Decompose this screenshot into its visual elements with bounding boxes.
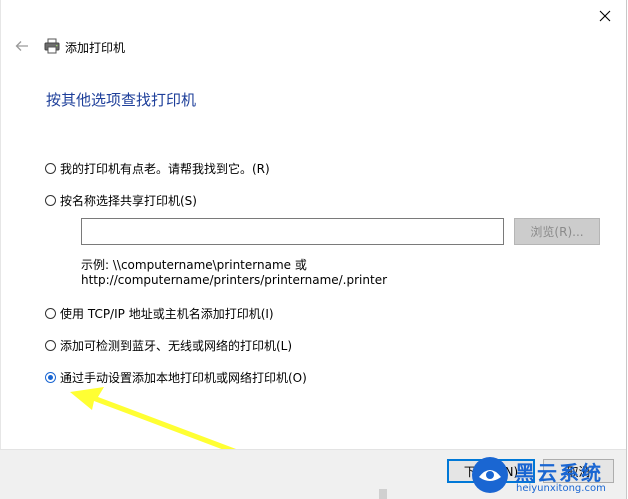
watermark-url: heiyunxitong.com bbox=[516, 483, 606, 494]
add-printer-dialog: 添加打印机 按其他选项查找打印机 我的打印机有点老。请帮我找到它。(R) 按名称… bbox=[0, 0, 628, 499]
scrollbar-fragment bbox=[379, 489, 387, 499]
option-printer-old[interactable]: 我的打印机有点老。请帮我找到它。(R) bbox=[45, 160, 270, 177]
option-label: 使用 TCP/IP 地址或主机名添加打印机(I) bbox=[60, 307, 274, 321]
example-text-line2: http://computername/printers/printername… bbox=[81, 273, 388, 287]
option-label: 通过手动设置添加本地打印机或网络打印机(O) bbox=[60, 371, 307, 385]
option-shared-by-name[interactable]: 按名称选择共享打印机(S) bbox=[45, 192, 197, 209]
option-manual-local[interactable]: 通过手动设置添加本地打印机或网络打印机(O) bbox=[45, 369, 307, 386]
shared-printer-name-input[interactable] bbox=[81, 218, 504, 245]
example-text-line1: 示例: \\computername\printername 或 bbox=[81, 258, 307, 272]
option-label: 添加可检测到蓝牙、无线或网络的打印机(L) bbox=[60, 339, 293, 353]
window-title: 添加打印机 bbox=[65, 41, 126, 55]
option-label: 我的打印机有点老。请帮我找到它。(R) bbox=[60, 162, 270, 176]
printer-icon bbox=[44, 38, 60, 54]
close-icon bbox=[599, 10, 611, 22]
option-bluetooth-wireless[interactable]: 添加可检测到蓝牙、无线或网络的打印机(L) bbox=[45, 337, 292, 354]
radio-shared-by-name[interactable] bbox=[45, 195, 56, 206]
watermark-brand: 黑云系统 bbox=[515, 461, 603, 485]
watermark-logo-icon bbox=[472, 457, 508, 493]
radio-printer-old[interactable] bbox=[45, 163, 56, 174]
option-label: 按名称选择共享打印机(S) bbox=[60, 194, 197, 208]
radio-bluetooth-wireless[interactable] bbox=[45, 340, 56, 351]
site-watermark: 黑云系统 heiyunxitong.com bbox=[470, 453, 628, 499]
back-arrow-icon bbox=[15, 41, 28, 51]
back-button[interactable] bbox=[11, 37, 33, 55]
browse-button[interactable]: 浏览(R)... bbox=[514, 218, 600, 245]
annotation-arrow bbox=[70, 387, 244, 456]
dialog-left-border bbox=[0, 0, 1, 499]
dialog-right-border bbox=[626, 0, 627, 499]
radio-manual-local[interactable] bbox=[45, 372, 56, 383]
page-heading: 按其他选项查找打印机 bbox=[46, 91, 197, 109]
close-button[interactable] bbox=[586, 2, 624, 30]
option-tcpip[interactable]: 使用 TCP/IP 地址或主机名添加打印机(I) bbox=[45, 305, 274, 322]
radio-tcpip[interactable] bbox=[45, 308, 56, 319]
